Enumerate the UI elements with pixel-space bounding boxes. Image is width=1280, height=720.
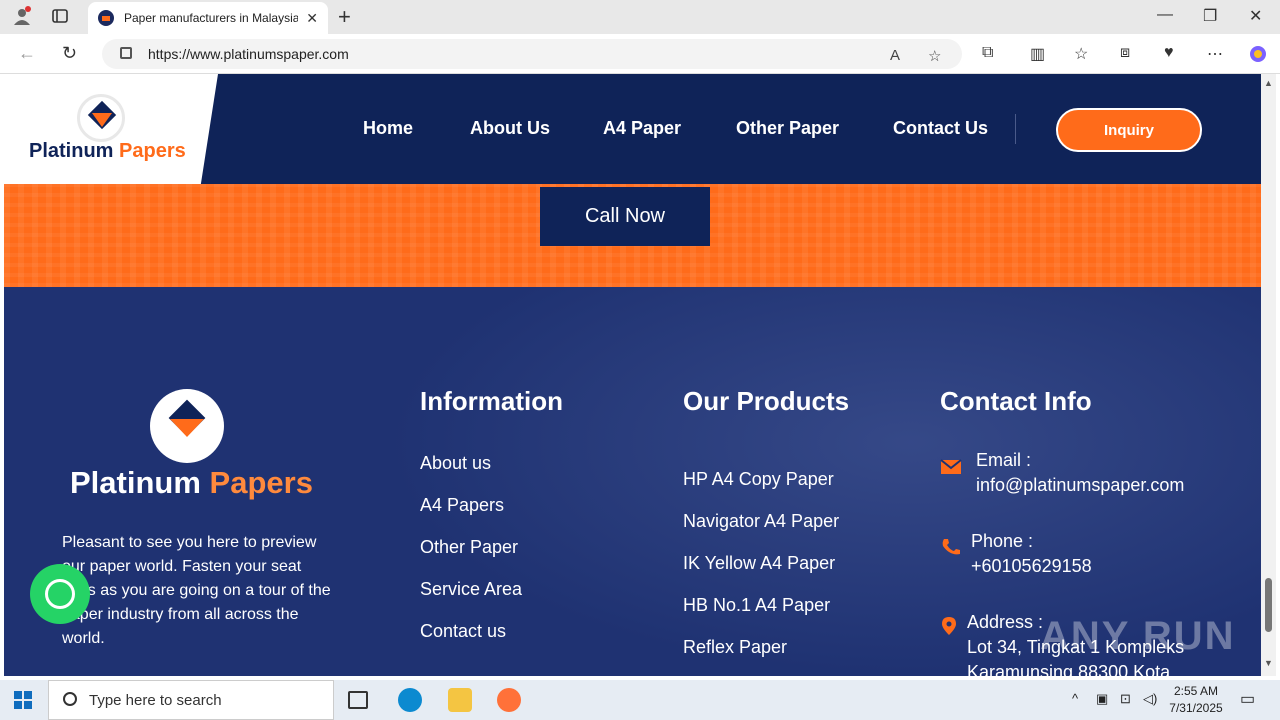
anyrun-watermark: ANY RUN	[1040, 614, 1236, 658]
info-link-contact-us[interactable]: Contact us	[420, 621, 506, 642]
url-text: https://www.platinumspaper.com	[148, 46, 349, 62]
call-now-button[interactable]: Call Now	[540, 187, 710, 246]
product-link-ik-yellow[interactable]: IK Yellow A4 Paper	[683, 553, 835, 574]
footer-about-text: Pleasant to see you here to preview our …	[62, 534, 331, 647]
network-icon[interactable]: ⊡	[1120, 691, 1131, 707]
scroll-thumb[interactable]	[1265, 578, 1272, 632]
volume-icon[interactable]: ◁)	[1143, 691, 1157, 707]
cta-band: Call Now	[4, 184, 1261, 287]
favorite-star-icon[interactable]: ☆	[928, 47, 941, 65]
nav-home[interactable]: Home	[363, 118, 413, 139]
logo-mark-icon	[77, 94, 125, 142]
read-aloud-icon[interactable]: A	[890, 47, 900, 64]
extensions-icon[interactable]: ⧉	[982, 44, 993, 62]
site-header: Platinum Papers Home About Us A4 Paper O…	[4, 74, 1261, 184]
url-input[interactable]: https://www.platinumspaper.com A ☆	[102, 39, 962, 69]
footer-brand: Platinum Papers	[70, 465, 313, 501]
performance-icon[interactable]: ♥	[1164, 44, 1174, 62]
logo-panel[interactable]: Platinum Papers	[4, 74, 218, 184]
whatsapp-chat-button[interactable]	[30, 564, 90, 624]
profile-icon[interactable]	[12, 6, 32, 26]
email-value[interactable]: info@platinumspaper.com	[976, 473, 1184, 498]
window-close-icon[interactable]: ✕	[1249, 6, 1262, 26]
contact-heading: Contact Info	[940, 386, 1092, 416]
taskbar-search-placeholder: Type here to search	[89, 691, 222, 709]
new-tab-icon[interactable]: +	[338, 4, 351, 30]
search-icon	[63, 692, 77, 706]
address-line-2: Karamunsing 88300 Kota	[967, 662, 1171, 676]
windows-taskbar: Type here to search ^ ▣ ⊡ ◁) 2:55 AM 7/3…	[0, 680, 1280, 720]
map-pin-icon	[942, 617, 956, 635]
address-label: Address :	[967, 612, 1044, 632]
refresh-icon[interactable]: ↻	[62, 43, 77, 64]
taskbar-clock[interactable]: 2:55 AM 7/31/2025	[1166, 683, 1226, 717]
info-link-service-area[interactable]: Service Area	[420, 579, 522, 600]
nav-other-paper[interactable]: Other Paper	[736, 118, 839, 139]
nav-divider	[1015, 114, 1016, 144]
logo-name-2: Papers	[119, 140, 186, 162]
notifications-icon[interactable]: ▭	[1240, 689, 1255, 709]
site-favicon-icon	[98, 10, 114, 26]
browser-tab-bar: Paper manufacturers in Malaysia, ✕ + — ❐…	[0, 0, 1280, 34]
footer-logo-icon	[150, 389, 224, 463]
favorites-icon[interactable]: ☆	[1074, 44, 1088, 64]
windows-start-icon[interactable]	[14, 691, 32, 709]
info-link-other-paper[interactable]: Other Paper	[420, 537, 518, 558]
product-link-hb[interactable]: HB No.1 A4 Paper	[683, 595, 830, 616]
nav-a4-paper[interactable]: A4 Paper	[603, 118, 681, 139]
scroll-down-icon[interactable]: ▼	[1264, 658, 1273, 668]
info-link-about-us[interactable]: About us	[420, 453, 491, 474]
tab-actions-icon[interactable]	[50, 6, 70, 26]
restore-icon[interactable]: ❐	[1203, 6, 1217, 26]
email-label: Email :	[976, 450, 1032, 470]
file-explorer-icon[interactable]	[448, 688, 472, 712]
phone-label: Phone :	[971, 531, 1034, 551]
firefox-icon[interactable]	[497, 688, 521, 712]
phone-value[interactable]: +60105629158	[971, 554, 1092, 579]
product-link-reflex[interactable]: Reflex Paper	[683, 637, 787, 658]
clock-date: 7/31/2025	[1169, 701, 1223, 715]
lock-icon[interactable]	[120, 47, 132, 59]
tab-title: Paper manufacturers in Malaysia,	[124, 11, 299, 25]
logo-text: Platinum Papers	[29, 140, 186, 163]
web-page: Platinum Papers Home About Us A4 Paper O…	[4, 74, 1261, 676]
split-screen-icon[interactable]: ▥	[1030, 44, 1045, 64]
information-heading: Information	[420, 386, 563, 416]
scroll-up-icon[interactable]: ▲	[1264, 78, 1273, 88]
page-scrollbar[interactable]: ▲ ▼	[1261, 74, 1276, 676]
product-link-navigator[interactable]: Navigator A4 Paper	[683, 511, 839, 532]
collections-icon[interactable]: ⧈	[1120, 44, 1130, 62]
back-icon[interactable]: ←	[18, 43, 36, 64]
task-view-icon[interactable]	[348, 691, 368, 709]
address-bar-row: ← ↻ https://www.platinumspaper.com A ☆ ⧉…	[0, 34, 1280, 74]
whatsapp-icon	[45, 579, 75, 609]
email-icon	[940, 459, 962, 474]
more-options-icon[interactable]: ⋯	[1207, 44, 1223, 64]
product-link-hp[interactable]: HP A4 Copy Paper	[683, 469, 834, 490]
nav-contact-us[interactable]: Contact Us	[893, 118, 988, 139]
tray-overflow-icon[interactable]: ^	[1072, 691, 1078, 706]
products-heading: Our Products	[683, 386, 850, 416]
tab-close-icon[interactable]: ✕	[306, 10, 318, 27]
edge-browser-icon[interactable]	[398, 688, 422, 712]
phone-icon	[942, 539, 960, 555]
footer-brand-1: Platinum	[70, 465, 201, 500]
taskbar-search-box[interactable]: Type here to search	[48, 680, 334, 720]
clock-time: 2:55 AM	[1173, 684, 1219, 698]
minimize-icon[interactable]: —	[1157, 6, 1173, 24]
tray-device-icon[interactable]: ▣	[1096, 691, 1108, 707]
nav-about-us[interactable]: About Us	[470, 118, 550, 139]
footer-brand-2: Papers	[209, 465, 313, 500]
inquiry-button[interactable]: Inquiry	[1056, 108, 1202, 152]
logo-name-1: Platinum	[29, 140, 114, 162]
info-link-a4-papers[interactable]: A4 Papers	[420, 495, 504, 516]
browser-tab[interactable]: Paper manufacturers in Malaysia, ✕	[88, 2, 328, 34]
copilot-icon[interactable]	[1248, 44, 1268, 69]
